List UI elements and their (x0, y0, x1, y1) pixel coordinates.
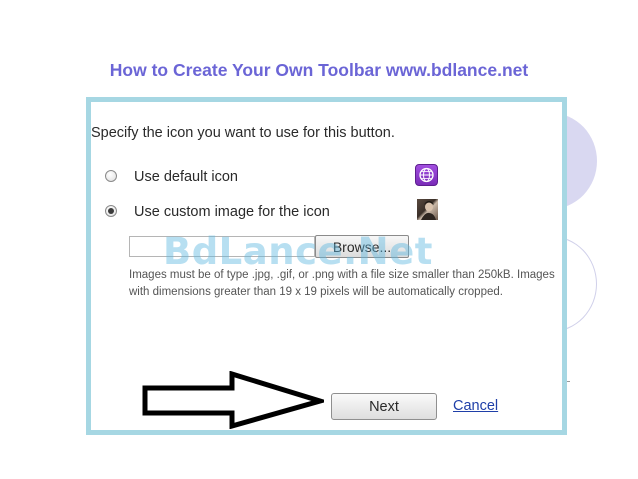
option-label-default-icon: Use default icon (134, 169, 238, 185)
dialog-prompt: Specify the icon you want to use for thi… (91, 125, 395, 141)
person-photo-icon (421, 201, 436, 220)
option-label-custom-image: Use custom image for the icon (134, 204, 330, 220)
radio-default-icon[interactable] (105, 170, 117, 182)
radio-custom-image[interactable] (105, 205, 117, 217)
next-button[interactable]: Next (331, 393, 437, 420)
globe-glyph-icon (419, 167, 434, 183)
image-requirements-note: Images must be of type .jpg, .gif, or .p… (129, 269, 555, 298)
radio-selected-dot (108, 208, 114, 214)
cancel-link[interactable]: Cancel (453, 398, 498, 414)
right-arrow-icon (142, 371, 324, 429)
globe-icon (415, 164, 438, 186)
photo-thumbnail-icon (417, 199, 438, 220)
slide-title: How to Create Your Own Toolbar www.bdlan… (109, 60, 529, 80)
